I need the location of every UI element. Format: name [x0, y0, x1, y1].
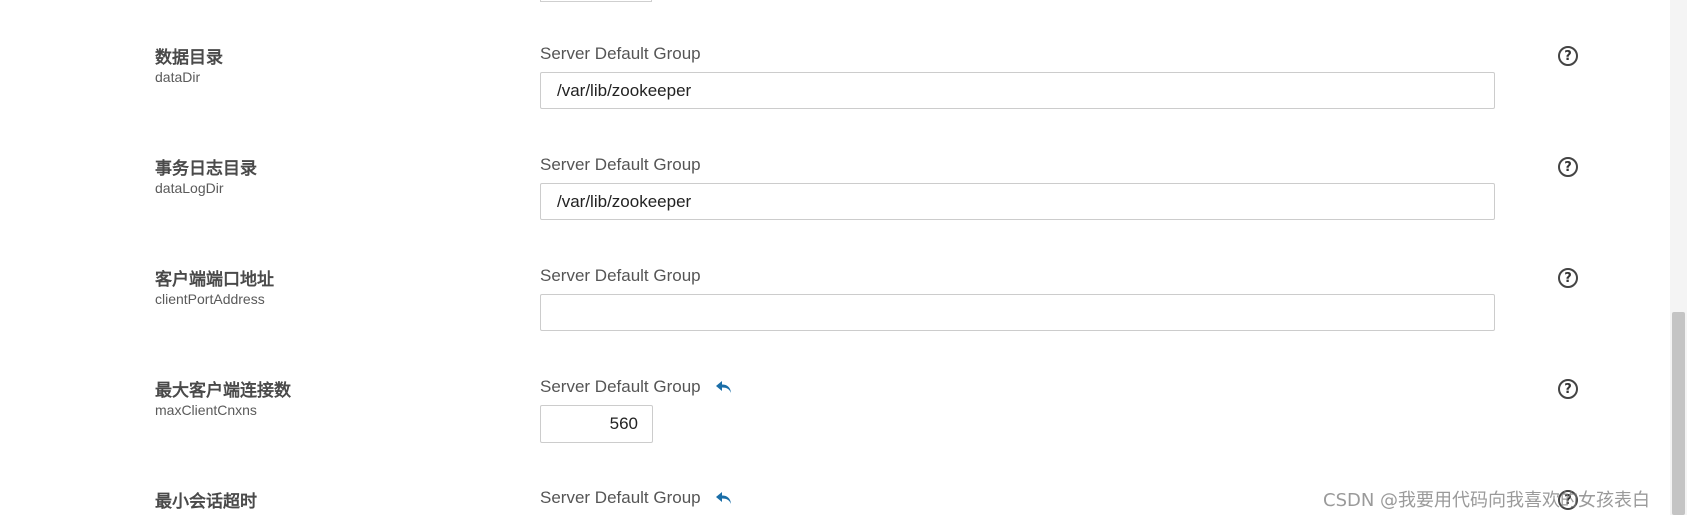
config-key: dataLogDir — [155, 180, 224, 196]
help-circle-icon[interactable]: ? — [1558, 379, 1578, 399]
group-label: Server Default Group — [540, 377, 733, 397]
datadir-input[interactable] — [540, 72, 1495, 109]
datalogdir-input[interactable] — [540, 183, 1495, 220]
watermark: CSDN @我要用代码向我喜欢的女孩表白 — [1323, 490, 1651, 511]
previous-field-input-edge — [540, 0, 652, 2]
config-key: dataDir — [155, 69, 201, 85]
clientportaddress-input[interactable] — [540, 294, 1495, 331]
help-circle-icon[interactable]: ? — [1558, 157, 1578, 177]
group-label-text: Server Default Group — [540, 488, 701, 507]
group-label: Server Default Group — [540, 488, 733, 508]
group-label: Server Default Group — [540, 266, 701, 286]
config-label: 客户端端口地址 — [155, 270, 274, 290]
config-label: 数据目录 — [155, 48, 223, 68]
maxclientcnxns-input[interactable] — [540, 405, 653, 443]
group-label-text: Server Default Group — [540, 377, 701, 396]
group-label-text: Server Default Group — [540, 266, 701, 285]
undo-arrow-icon[interactable] — [715, 490, 733, 506]
config-key: clientPortAddress — [155, 291, 265, 307]
scrollbar-thumb[interactable] — [1672, 312, 1685, 515]
group-label-text: Server Default Group — [540, 44, 701, 63]
config-key: maxClientCnxns — [155, 402, 257, 418]
help-circle-icon[interactable]: ? — [1558, 268, 1578, 288]
group-label: Server Default Group — [540, 155, 701, 175]
group-label: Server Default Group — [540, 44, 701, 64]
help-circle-icon[interactable]: ? — [1558, 46, 1578, 66]
config-label: 最小会话超时 — [155, 492, 257, 512]
group-label-text: Server Default Group — [540, 155, 701, 174]
config-label: 事务日志目录 — [155, 159, 257, 179]
config-label: 最大客户端连接数 — [155, 381, 291, 401]
undo-arrow-icon[interactable] — [715, 379, 733, 395]
